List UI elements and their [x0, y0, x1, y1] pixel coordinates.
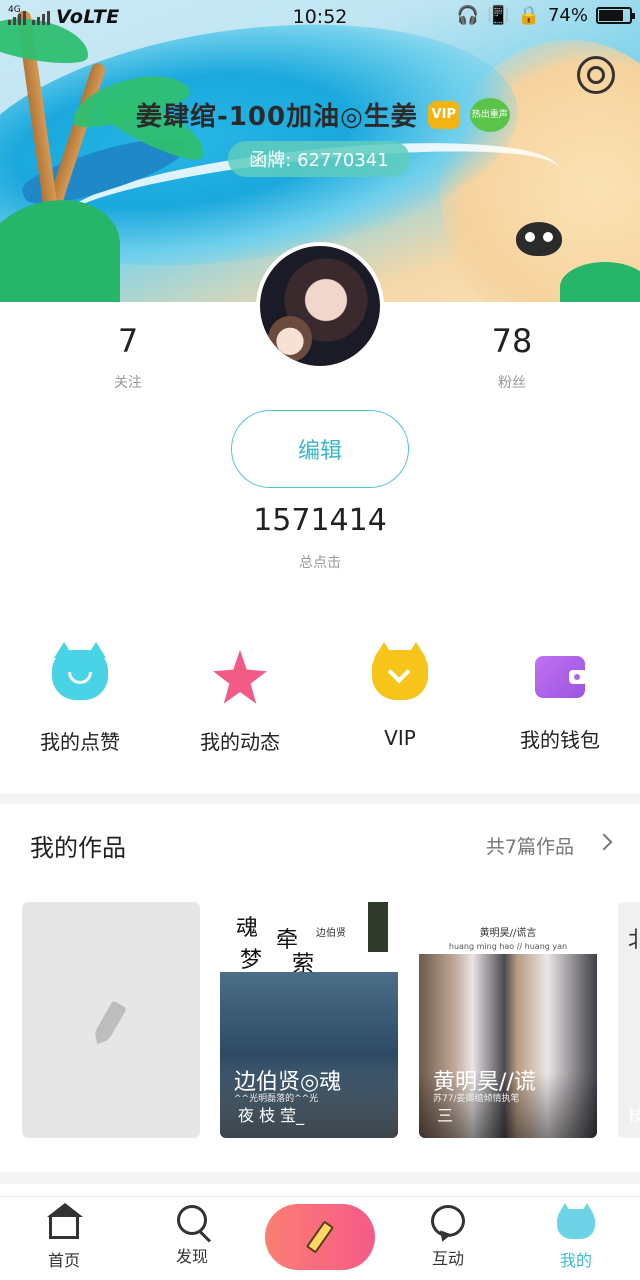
battery-icon	[596, 7, 635, 24]
following-label: 关注	[114, 375, 142, 391]
nav-interact[interactable]: 互动	[384, 1205, 512, 1269]
section-divider	[0, 1172, 640, 1184]
nav-label: 发现	[175, 1247, 208, 1266]
work-cover-pinyin: huang ming hao // huang yan	[448, 942, 568, 951]
battery-percent: 74%	[547, 5, 588, 26]
followers-count: 78	[491, 322, 533, 360]
green-badge[interactable]: 热出重声	[469, 97, 510, 132]
work-card[interactable]: 黄明昊//谎言 huang ming hao // huang yan 苏77/…	[419, 902, 597, 1138]
quick-action-label: 我的点赞	[40, 730, 120, 754]
quick-action-likes[interactable]: 我的点赞	[0, 642, 160, 755]
mine-cat-icon	[557, 1203, 595, 1239]
vip-icon	[372, 642, 428, 700]
avatar-sticker	[268, 316, 312, 362]
vibrate-icon: 📳	[487, 5, 510, 26]
work-card[interactable]: 魂 牵 梦 萦 边伯贤 ^^光明磊落的^^光 边伯贤◎魂 夜 枝 莹_	[220, 902, 398, 1138]
nickname-row: 姜肆绾-100加油◎生姜 VIP 热出重声	[136, 96, 510, 133]
search-icon	[177, 1205, 207, 1235]
section-divider	[0, 794, 640, 804]
works-count-link[interactable]: 共7篇作品	[486, 832, 574, 859]
nickname: 姜肆绾-100加油◎生姜	[136, 102, 418, 132]
total-clicks-label: 总点击	[299, 555, 341, 571]
total-clicks-count: 1571414	[253, 503, 387, 538]
work-card[interactable]: 北 枝	[618, 902, 640, 1138]
pencil-create-icon	[305, 1220, 335, 1254]
quick-action-label: 我的动态	[200, 730, 280, 754]
work-card-subtitle: 夜 枝 莹_	[238, 1106, 305, 1125]
nav-label: 首页	[47, 1251, 80, 1270]
works-section-title: 我的作品	[30, 834, 126, 862]
user-id-pill: 函牌: 62770341	[228, 141, 410, 177]
status-bar: 4G VoLTE 10:52 🎧 📳 🔒 74%	[0, 0, 640, 32]
following-stat[interactable]: 7 关注	[68, 322, 188, 392]
chevron-right-icon[interactable]	[595, 833, 613, 851]
nav-label: 互动	[431, 1249, 464, 1268]
work-card-title: 北	[628, 928, 640, 953]
new-work-card[interactable]	[22, 902, 200, 1138]
wallet-icon	[535, 656, 587, 698]
edit-profile-button[interactable]: 编辑	[231, 410, 409, 488]
pencil-icon	[95, 1000, 127, 1040]
following-count: 7	[117, 322, 139, 360]
cover-caption: 边伯贤	[316, 928, 346, 939]
work-cover-header: 魂 牵 梦 萦 边伯贤	[220, 902, 398, 977]
calligraphy-char: 梦	[240, 948, 263, 973]
quick-actions: 我的点赞 我的动态 VIP 我的钱包	[0, 642, 640, 760]
star-icon	[213, 650, 267, 704]
banner-bush	[0, 200, 120, 302]
avatar[interactable]	[256, 242, 384, 370]
home-icon	[47, 1203, 83, 1239]
work-card-subtitle: 枝	[628, 1106, 640, 1125]
rotation-lock-icon: 🔒	[517, 5, 540, 26]
quick-action-label: 我的钱包	[520, 728, 600, 752]
nav-label: 我的	[559, 1251, 592, 1270]
calligraphy-char: 魂	[236, 916, 259, 941]
nav-home[interactable]: 首页	[0, 1203, 128, 1271]
status-right: 🎧 📳 🔒 74%	[456, 5, 635, 26]
settings-gear-icon[interactable]	[577, 56, 615, 94]
quick-action-label: VIP	[384, 726, 416, 750]
works-carousel[interactable]: 魂 牵 梦 萦 边伯贤 ^^光明磊落的^^光 边伯贤◎魂 夜 枝 莹_ 黄明昊/…	[0, 902, 640, 1138]
headphones-icon: 🎧	[456, 5, 480, 26]
work-card-title: 边伯贤◎魂	[234, 1070, 342, 1095]
quick-action-moments[interactable]: 我的动态	[160, 650, 320, 755]
followers-label: 粉丝	[498, 375, 526, 391]
quick-action-wallet[interactable]: 我的钱包	[480, 650, 640, 753]
cat-like-icon	[52, 642, 108, 700]
work-cover-header: 黄明昊//谎言	[479, 928, 537, 939]
create-work-button[interactable]	[265, 1204, 375, 1270]
cover-seal	[368, 902, 388, 952]
vip-badge[interactable]: VIP	[427, 100, 460, 129]
work-card-subtitle: 三	[437, 1106, 454, 1125]
banner-critter	[516, 222, 562, 256]
nav-mine[interactable]: 我的	[512, 1203, 640, 1271]
chat-icon	[431, 1205, 465, 1237]
work-card-title: 黄明昊//谎	[433, 1070, 536, 1095]
nav-discover[interactable]: 发现	[128, 1205, 256, 1267]
quick-action-vip[interactable]: VIP	[320, 642, 480, 750]
battery-fill	[599, 10, 623, 21]
followers-stat[interactable]: 78 粉丝	[452, 322, 572, 392]
